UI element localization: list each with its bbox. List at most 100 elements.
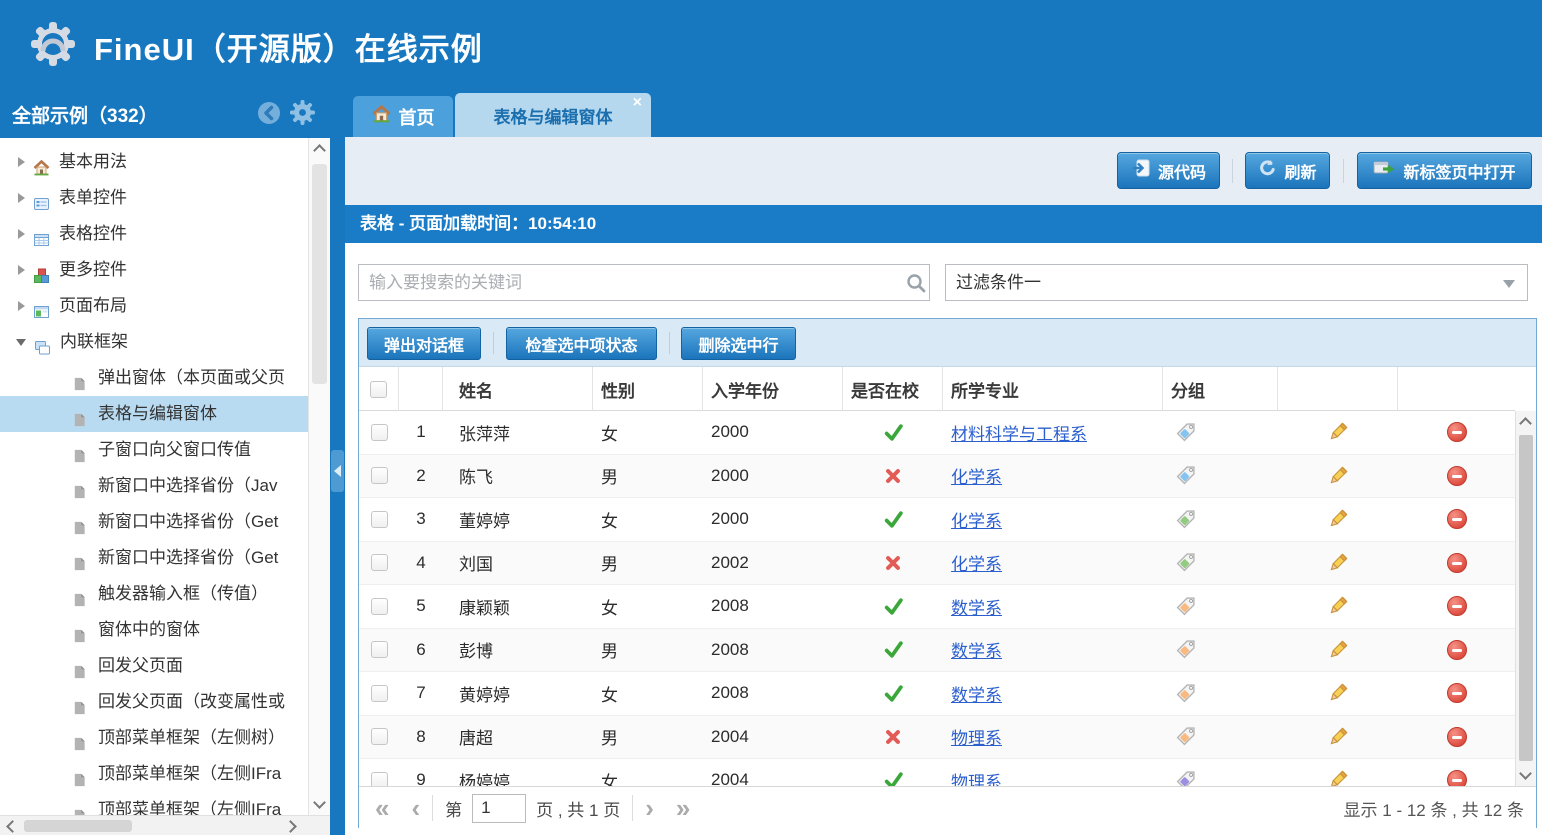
major-link[interactable]: 化学系 <box>951 507 1002 532</box>
row-checkbox[interactable] <box>371 641 388 658</box>
row-checkbox[interactable] <box>371 554 388 571</box>
tree-item[interactable]: 回发父页面（改变属性或 <box>0 684 308 720</box>
tree-item[interactable]: 表格控件 <box>0 216 308 252</box>
column-header-year[interactable]: 入学年份 <box>703 367 843 411</box>
column-header-group[interactable]: 分组 <box>1163 367 1278 411</box>
tab-grid-edit-window[interactable]: 表格与编辑窗体 × <box>455 93 651 137</box>
edit-pencil-icon[interactable] <box>1327 639 1349 661</box>
collapsed-arrow-icon[interactable] <box>18 265 25 275</box>
delete-row-icon[interactable] <box>1447 553 1467 573</box>
column-header-major[interactable]: 所学专业 <box>943 367 1163 411</box>
tree-item[interactable]: 表格与编辑窗体 <box>0 396 308 432</box>
tree-item[interactable]: 表单控件 <box>0 180 308 216</box>
row-checkbox[interactable] <box>371 598 388 615</box>
collapse-sidebar-icon[interactable] <box>256 100 282 131</box>
scrollbar-thumb[interactable] <box>24 820 132 832</box>
row-checkbox[interactable] <box>371 772 388 786</box>
edit-pencil-icon[interactable] <box>1327 769 1349 786</box>
delete-row-icon[interactable] <box>1447 640 1467 660</box>
scrollbar-thumb[interactable] <box>312 164 327 384</box>
scrollbar-thumb[interactable] <box>1519 435 1533 761</box>
edit-pencil-icon[interactable] <box>1327 595 1349 617</box>
close-tab-icon[interactable]: × <box>633 95 642 111</box>
major-link[interactable]: 物理系 <box>951 724 1002 749</box>
source-code-button[interactable]: 源代码 <box>1117 152 1220 189</box>
collapsed-arrow-icon[interactable] <box>18 193 25 203</box>
row-checkbox[interactable] <box>371 424 388 441</box>
delete-row-icon[interactable] <box>1447 770 1467 786</box>
major-link[interactable]: 化学系 <box>951 550 1002 575</box>
tree-item[interactable]: 内联框架 <box>0 324 308 360</box>
row-checkbox[interactable] <box>371 685 388 702</box>
major-link[interactable]: 化学系 <box>951 463 1002 488</box>
scroll-right-icon[interactable] <box>284 820 297 833</box>
page-number-input[interactable] <box>472 794 526 823</box>
delete-row-icon[interactable] <box>1447 422 1467 442</box>
column-header-name[interactable]: 姓名 <box>443 367 593 411</box>
collapsed-arrow-icon[interactable] <box>18 301 25 311</box>
row-checkbox[interactable] <box>371 467 388 484</box>
splitter-collapse-handle[interactable] <box>331 450 344 492</box>
column-header-at-school[interactable]: 是否在校 <box>843 367 943 411</box>
tree-item[interactable]: 回发父页面 <box>0 648 308 684</box>
tree-item[interactable]: 窗体中的窗体 <box>0 612 308 648</box>
tab-home[interactable]: 首页 <box>353 96 453 137</box>
grid-vertical-scrollbar[interactable] <box>1515 411 1536 786</box>
delete-row-icon[interactable] <box>1447 727 1467 747</box>
tree-item[interactable]: 新窗口中选择省份（Get <box>0 504 308 540</box>
tree-item[interactable]: 子窗口向父窗口传值 <box>0 432 308 468</box>
scroll-up-icon[interactable] <box>1519 417 1532 430</box>
edit-pencil-icon[interactable] <box>1327 726 1349 748</box>
tree-item[interactable]: 顶部菜单框架（左侧IFra <box>0 792 308 815</box>
row-checkbox[interactable] <box>371 728 388 745</box>
next-page-icon[interactable]: › <box>645 795 654 821</box>
major-link[interactable]: 数学系 <box>951 681 1002 706</box>
refresh-button[interactable]: 刷新 <box>1245 152 1330 189</box>
row-checkbox[interactable] <box>371 511 388 528</box>
tree-item[interactable]: 顶部菜单框架（左侧IFra <box>0 756 308 792</box>
edit-pencil-icon[interactable] <box>1327 421 1349 443</box>
first-page-icon[interactable]: « <box>375 795 389 821</box>
major-link[interactable]: 数学系 <box>951 594 1002 619</box>
last-page-icon[interactable]: » <box>676 795 690 821</box>
delete-row-icon[interactable] <box>1447 683 1467 703</box>
edit-pencil-icon[interactable] <box>1327 682 1349 704</box>
sidebar-horizontal-scrollbar[interactable] <box>0 815 330 835</box>
major-link[interactable]: 材料科学与工程系 <box>951 420 1087 445</box>
sidebar-vertical-scrollbar[interactable] <box>308 138 330 815</box>
delete-selected-button[interactable]: 删除选中行 <box>681 327 796 360</box>
tree-item[interactable]: 顶部菜单框架（左侧树） <box>0 720 308 756</box>
scroll-down-icon[interactable] <box>1519 767 1532 780</box>
edit-pencil-icon[interactable] <box>1327 552 1349 574</box>
tree-item[interactable]: 基本用法 <box>0 144 308 180</box>
scroll-down-icon[interactable] <box>313 796 326 809</box>
select-all-checkbox[interactable] <box>370 381 387 398</box>
open-dialog-button[interactable]: 弹出对话框 <box>367 327 481 360</box>
edit-pencil-icon[interactable] <box>1327 508 1349 530</box>
tree-item[interactable]: 弹出窗体（本页面或父页 <box>0 360 308 396</box>
column-header-gender[interactable]: 性别 <box>593 367 703 411</box>
delete-row-icon[interactable] <box>1447 509 1467 529</box>
collapsed-arrow-icon[interactable] <box>18 157 25 167</box>
major-link[interactable]: 数学系 <box>951 637 1002 662</box>
expanded-arrow-icon[interactable] <box>16 339 26 346</box>
search-icon[interactable] <box>905 272 927 299</box>
major-link[interactable]: 物理系 <box>951 768 1002 786</box>
delete-row-icon[interactable] <box>1447 596 1467 616</box>
filter-dropdown[interactable]: 过滤条件一 <box>945 264 1528 301</box>
settings-gear-icon[interactable] <box>290 100 315 130</box>
prev-page-icon[interactable]: ‹ <box>411 795 420 821</box>
delete-row-icon[interactable] <box>1447 466 1467 486</box>
tree-item[interactable]: 更多控件 <box>0 252 308 288</box>
sidebar-splitter[interactable] <box>330 90 345 835</box>
open-new-tab-button[interactable]: 新标签页中打开 <box>1357 152 1532 189</box>
tree-item[interactable]: 触发器输入框（传值） <box>0 576 308 612</box>
tree-item[interactable]: 页面布局 <box>0 288 308 324</box>
search-input[interactable] <box>358 264 930 301</box>
scroll-up-icon[interactable] <box>313 144 326 157</box>
collapsed-arrow-icon[interactable] <box>18 229 25 239</box>
check-selected-button[interactable]: 检查选中项状态 <box>506 327 657 360</box>
scroll-left-icon[interactable] <box>6 820 19 833</box>
edit-pencil-icon[interactable] <box>1327 465 1349 487</box>
tree-item[interactable]: 新窗口中选择省份（Jav <box>0 468 308 504</box>
